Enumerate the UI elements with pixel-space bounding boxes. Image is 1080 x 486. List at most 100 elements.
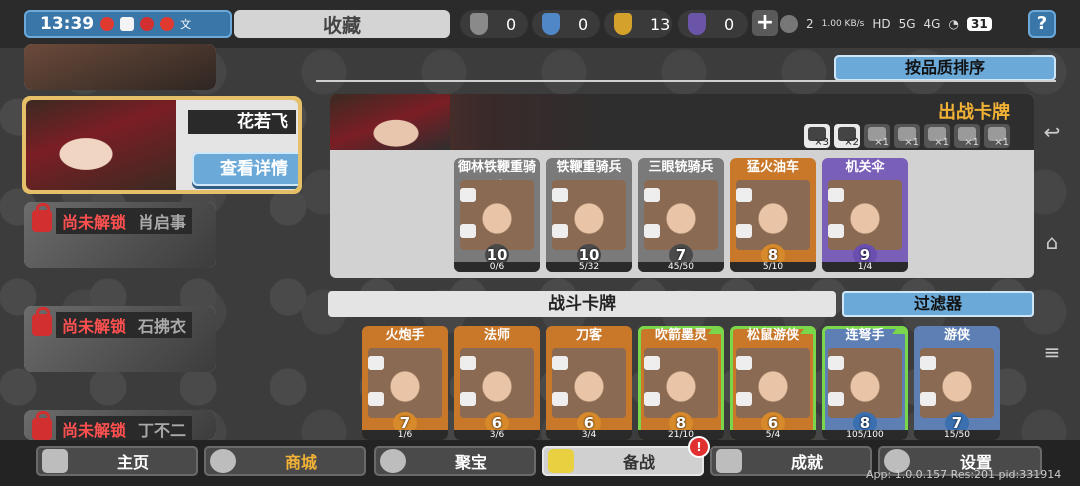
- hero-card-selected[interactable]: 花若飞 查看详情: [22, 96, 302, 194]
- unit-card[interactable]: 御林铁鞭重骑兵100/6: [454, 158, 540, 272]
- lock-icon: [32, 203, 52, 232]
- nav-prepare[interactable]: 备战: [542, 446, 704, 476]
- shield-tag-icon: ×2: [834, 124, 860, 148]
- battle-cards-header: 战斗卡牌: [328, 291, 836, 317]
- home-icon: [42, 449, 68, 473]
- notification-icon: [100, 17, 115, 31]
- wheel-tag-icon: ×1: [894, 124, 920, 148]
- coins-icon: [210, 449, 236, 473]
- unit-tag-icon: ×3: [804, 124, 830, 148]
- unit-card[interactable]: 机关伞 9 1/4: [822, 158, 908, 272]
- resource-value: 0: [724, 14, 735, 34]
- resource-value: 0: [506, 14, 517, 34]
- deck-title: 出战卡牌: [938, 102, 1010, 123]
- unit-type-icon: [368, 356, 384, 370]
- notification-badge: !: [690, 438, 708, 456]
- lock-icon: [32, 307, 52, 336]
- card-progress: 1/6: [362, 430, 448, 440]
- hero-card-locked[interactable]: 尚未解锁 肖启事: [24, 202, 216, 268]
- nav-home[interactable]: 主页: [36, 446, 198, 476]
- unit-trait-icon: [552, 392, 568, 406]
- upgrade-arrow-icon: [892, 326, 908, 334]
- deck-panel: 出战卡牌 ×3 ×2 ×1 ×1 ×1 ×1 ×1 御林铁鞭重骑兵100/6铁鞭重骑兵105…: [330, 94, 1034, 278]
- locale-indicator: 文: [180, 18, 192, 31]
- filter-button[interactable]: 过滤器: [842, 291, 1034, 317]
- back-key-icon[interactable]: ↩: [1040, 122, 1064, 142]
- unit-type-icon: [828, 356, 844, 370]
- nav-label: 主页: [116, 453, 149, 472]
- menu-key-icon[interactable]: ≡: [1040, 342, 1064, 362]
- resource-grey[interactable]: 0: [460, 10, 528, 38]
- resource-gold[interactable]: 13: [604, 10, 672, 38]
- unit-type-icon: [736, 188, 752, 202]
- card-progress: 5/32: [546, 262, 632, 272]
- nav-label: 成就: [790, 453, 823, 472]
- cards-icon: [548, 449, 574, 473]
- unit-type-icon: [644, 356, 660, 370]
- record-icon: [780, 15, 798, 33]
- clock-time: 13:39: [40, 14, 95, 34]
- card-name: 铁鞭重骑兵: [556, 160, 622, 175]
- nav-achievements[interactable]: 成就: [710, 446, 872, 476]
- unit-card[interactable]: 连弩手 8 105/100: [822, 326, 908, 440]
- sort-by-quality-button[interactable]: 按品质排序: [834, 55, 1056, 81]
- unit-card[interactable]: 松鼠游侠 6 5/4: [730, 326, 816, 440]
- unit-card[interactable]: 吹箭墨灵 8 21/10: [638, 326, 724, 440]
- resource-blue[interactable]: 0: [532, 10, 600, 38]
- hero-banner-portrait: [330, 94, 450, 150]
- tag-count: ×3: [814, 137, 829, 148]
- lock-status: 尚未解锁: [56, 208, 133, 234]
- unit-trait-icon: [828, 392, 844, 406]
- unit-trait-icon: [552, 224, 568, 238]
- unit-card[interactable]: 铁鞭重骑兵 10 5/32: [546, 158, 632, 272]
- unit-card[interactable]: 法师 6 3/6: [454, 326, 540, 440]
- unit-type-icon: [460, 356, 476, 370]
- unit-card[interactable]: 三眼铳骑兵 7 45/50: [638, 158, 724, 272]
- hero-card-locked[interactable]: 尚未解锁 石拂衣: [24, 306, 216, 372]
- card-progress: 1/4: [822, 262, 908, 272]
- hero-card-locked[interactable]: 尚未解锁 丁不二: [24, 410, 216, 440]
- page-title: 收藏: [234, 10, 450, 38]
- resource-value: 0: [578, 14, 589, 34]
- achievement-icon: [716, 449, 742, 473]
- hero-name: 丁不二: [132, 416, 193, 440]
- tag-count: ×1: [934, 137, 949, 148]
- view-details-button[interactable]: 查看详情: [192, 152, 298, 186]
- help-button[interactable]: ?: [1028, 10, 1056, 38]
- add-resource-button[interactable]: +: [752, 10, 778, 36]
- hero-name: 花若飞: [188, 110, 296, 134]
- card-name: 御林铁鞭重骑兵: [457, 160, 536, 195]
- card-progress: 0/6: [454, 262, 540, 272]
- hero-card-partial[interactable]: [24, 44, 216, 90]
- unit-type-icon: [828, 188, 844, 202]
- upgrade-arrow-icon: [708, 326, 724, 334]
- card-progress: 3/4: [546, 430, 632, 440]
- unit-card[interactable]: 猛火油车 8 5/10: [730, 158, 816, 272]
- card-name: 三眼铳骑兵: [648, 160, 714, 175]
- nav-shop[interactable]: 商城: [204, 446, 366, 476]
- home-key-icon[interactable]: ⌂: [1040, 232, 1064, 252]
- gear-tag-icon: ×1: [924, 124, 950, 148]
- unit-type-icon: [552, 356, 568, 370]
- unit-type-icon: [920, 356, 936, 370]
- unit-card[interactable]: 火炮手 7 1/6: [362, 326, 448, 440]
- tag-count: ×1: [874, 137, 889, 148]
- card-progress: 15/50: [914, 430, 1000, 440]
- shield-blue-icon: [542, 13, 560, 35]
- unit-trait-icon: [460, 392, 476, 406]
- card-name: 法师: [483, 328, 510, 343]
- nav-label: 聚宝: [454, 453, 487, 472]
- app-info: App: 1.0.0.157 Res:201 pid:331914: [866, 468, 1062, 481]
- resource-value: 13: [650, 14, 671, 34]
- card-progress: 5/10: [730, 262, 816, 272]
- partial-number: 2: [806, 17, 814, 31]
- card-progress: 105/100: [822, 430, 908, 440]
- unit-card[interactable]: 刀客 6 3/4: [546, 326, 632, 440]
- card-progress: 45/50: [638, 262, 724, 272]
- message-icon: [120, 17, 135, 31]
- app2-icon: [160, 17, 175, 31]
- nav-label: 商城: [284, 453, 317, 472]
- resource-purple[interactable]: 0: [678, 10, 748, 38]
- nav-treasure[interactable]: 聚宝: [374, 446, 536, 476]
- unit-card[interactable]: 游侠 7 15/50: [914, 326, 1000, 440]
